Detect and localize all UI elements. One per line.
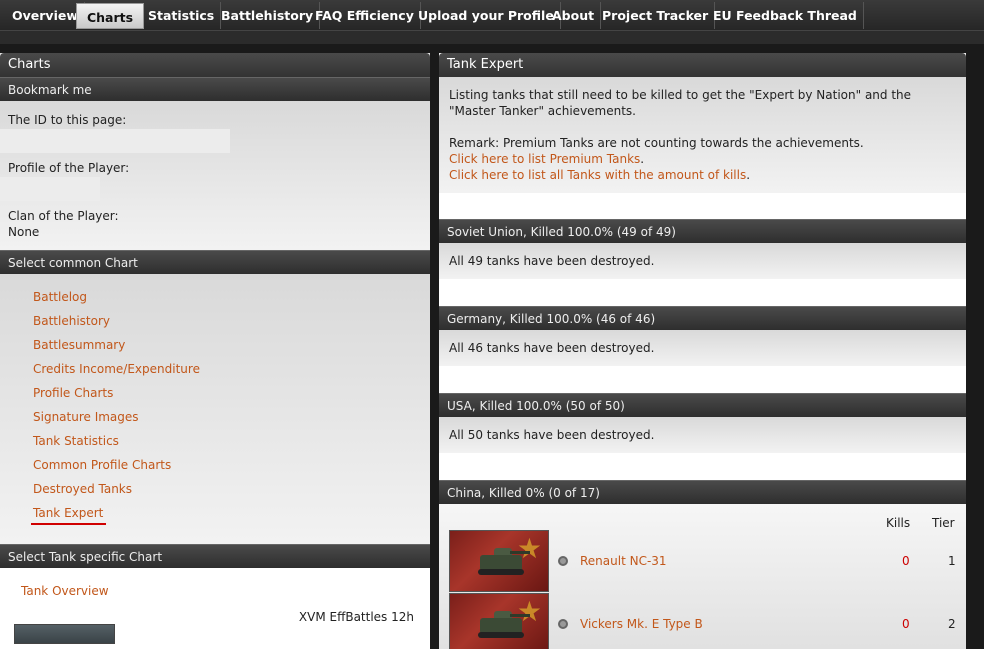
link-profile-charts[interactable]: Profile Charts (33, 386, 113, 400)
bookmark-heading: Bookmark me (0, 77, 430, 101)
nav-upload-profile[interactable]: Upload your Profile (412, 2, 561, 29)
nation-message-soviet: All 49 tanks have been destroyed. (439, 243, 966, 279)
nav-about[interactable]: About (546, 2, 602, 29)
nation-heading-soviet: Soviet Union, Killed 100.0% (49 of 49) (439, 219, 966, 243)
nation-heading-germany: Germany, Killed 100.0% (46 of 46) (439, 306, 966, 330)
nation-message-text: All 46 tanks have been destroyed. (449, 341, 655, 355)
premium-tanks-link[interactable]: Click here to list Premium Tanks (449, 152, 640, 166)
tank-tier: 2 (948, 617, 956, 631)
kills-column-header: Kills (886, 516, 911, 530)
nation-heading-china: China, Killed 0% (0 of 17) (439, 480, 966, 504)
nav-faq-efficiency[interactable]: FAQ Efficiency (309, 2, 421, 29)
link-common-profile-charts[interactable]: Common Profile Charts (33, 458, 171, 472)
player-profile-label: Profile of the Player: (8, 161, 130, 175)
nation-message-usa: All 50 tanks have been destroyed. (439, 417, 966, 453)
charts-panel-title: Charts (0, 53, 430, 77)
tank-thumbnail[interactable] (14, 624, 115, 644)
link-tank-expert[interactable]: Tank Expert (33, 506, 103, 520)
link-signature-images[interactable]: Signature Images (33, 410, 139, 424)
nation-message-germany: All 46 tanks have been destroyed. (439, 330, 966, 366)
tank-chart-section: Tank Overview XVM EffBattles 12h (0, 568, 430, 649)
current-link-underline (31, 523, 106, 525)
tank-class-icon (558, 619, 568, 629)
tank-table-columns: XVM EffBattles 12h (298, 610, 414, 624)
link-destroyed-tanks[interactable]: Destroyed Tanks (33, 482, 132, 496)
link-credits-income[interactable]: Credits Income/Expenditure (33, 362, 200, 376)
spacer (439, 193, 966, 219)
tank-image: ★ (449, 530, 549, 592)
nav-eu-feedback[interactable]: EU Feedback Thread (707, 2, 864, 29)
tank-name-link[interactable]: Renault NC-31 (580, 554, 667, 568)
tank-class-icon (558, 556, 568, 566)
player-clan-value: None (8, 225, 40, 239)
common-chart-heading: Select common Chart (0, 250, 430, 274)
page-id-label: The ID to this page: (8, 113, 127, 127)
all-tanks-link[interactable]: Click here to list all Tanks with the am… (449, 168, 746, 182)
player-profile-field[interactable] (0, 177, 100, 201)
bookmark-section: The ID to this page: Profile of the Play… (0, 101, 430, 250)
intro-text: Listing tanks that still need to be kill… (449, 88, 912, 118)
tank-image: ★ (449, 593, 549, 649)
tank-kills: 0 (902, 554, 910, 568)
tank-name-link[interactable]: Vickers Mk. E Type B (580, 617, 703, 631)
nav-statistics[interactable]: Statistics (142, 2, 222, 29)
nav-battlehistory[interactable]: Battlehistory (215, 2, 321, 29)
top-nav: Overview Charts Statistics Battlehistory… (0, 0, 984, 44)
nation-heading-usa: USA, Killed 100.0% (50 of 50) (439, 393, 966, 417)
tank-kills: 0 (902, 617, 910, 631)
player-clan-label: Clan of the Player: (8, 209, 119, 223)
nation-message-text: All 49 tanks have been destroyed. (449, 254, 655, 268)
page-id-field[interactable] (0, 129, 230, 153)
nav-charts[interactable]: Charts (76, 3, 144, 29)
nav-project-tracker[interactable]: Project Tracker (596, 2, 716, 29)
tank-expert-panel: Tank Expert Listing tanks that still nee… (439, 53, 966, 649)
tier-column-header: Tier (932, 516, 955, 530)
remark-text: Remark: Premium Tanks are not counting t… (449, 136, 864, 150)
link-battlesummary[interactable]: Battlesummary (33, 338, 125, 352)
charts-panel: Charts Bookmark me The ID to this page: … (0, 53, 430, 649)
link-tank-overview[interactable]: Tank Overview (21, 584, 109, 598)
common-chart-section: Battlelog Battlehistory Battlesummary Cr… (0, 274, 430, 544)
nation-message-text: All 50 tanks have been destroyed. (449, 428, 655, 442)
link-battlehistory[interactable]: Battlehistory (33, 314, 110, 328)
intro-section: Listing tanks that still need to be kill… (439, 77, 966, 193)
tank-tier: 1 (948, 554, 956, 568)
link-tank-statistics[interactable]: Tank Statistics (33, 434, 119, 448)
china-tank-table: Kills Tier ★ Renault NC-31 0 1 ★ Vickers… (439, 504, 966, 649)
nav-overview[interactable]: Overview (6, 2, 85, 29)
link-battlelog[interactable]: Battlelog (33, 290, 87, 304)
page-edge (966, 44, 984, 649)
tank-chart-heading: Select Tank specific Chart (0, 544, 430, 568)
tank-expert-title: Tank Expert (439, 53, 966, 77)
